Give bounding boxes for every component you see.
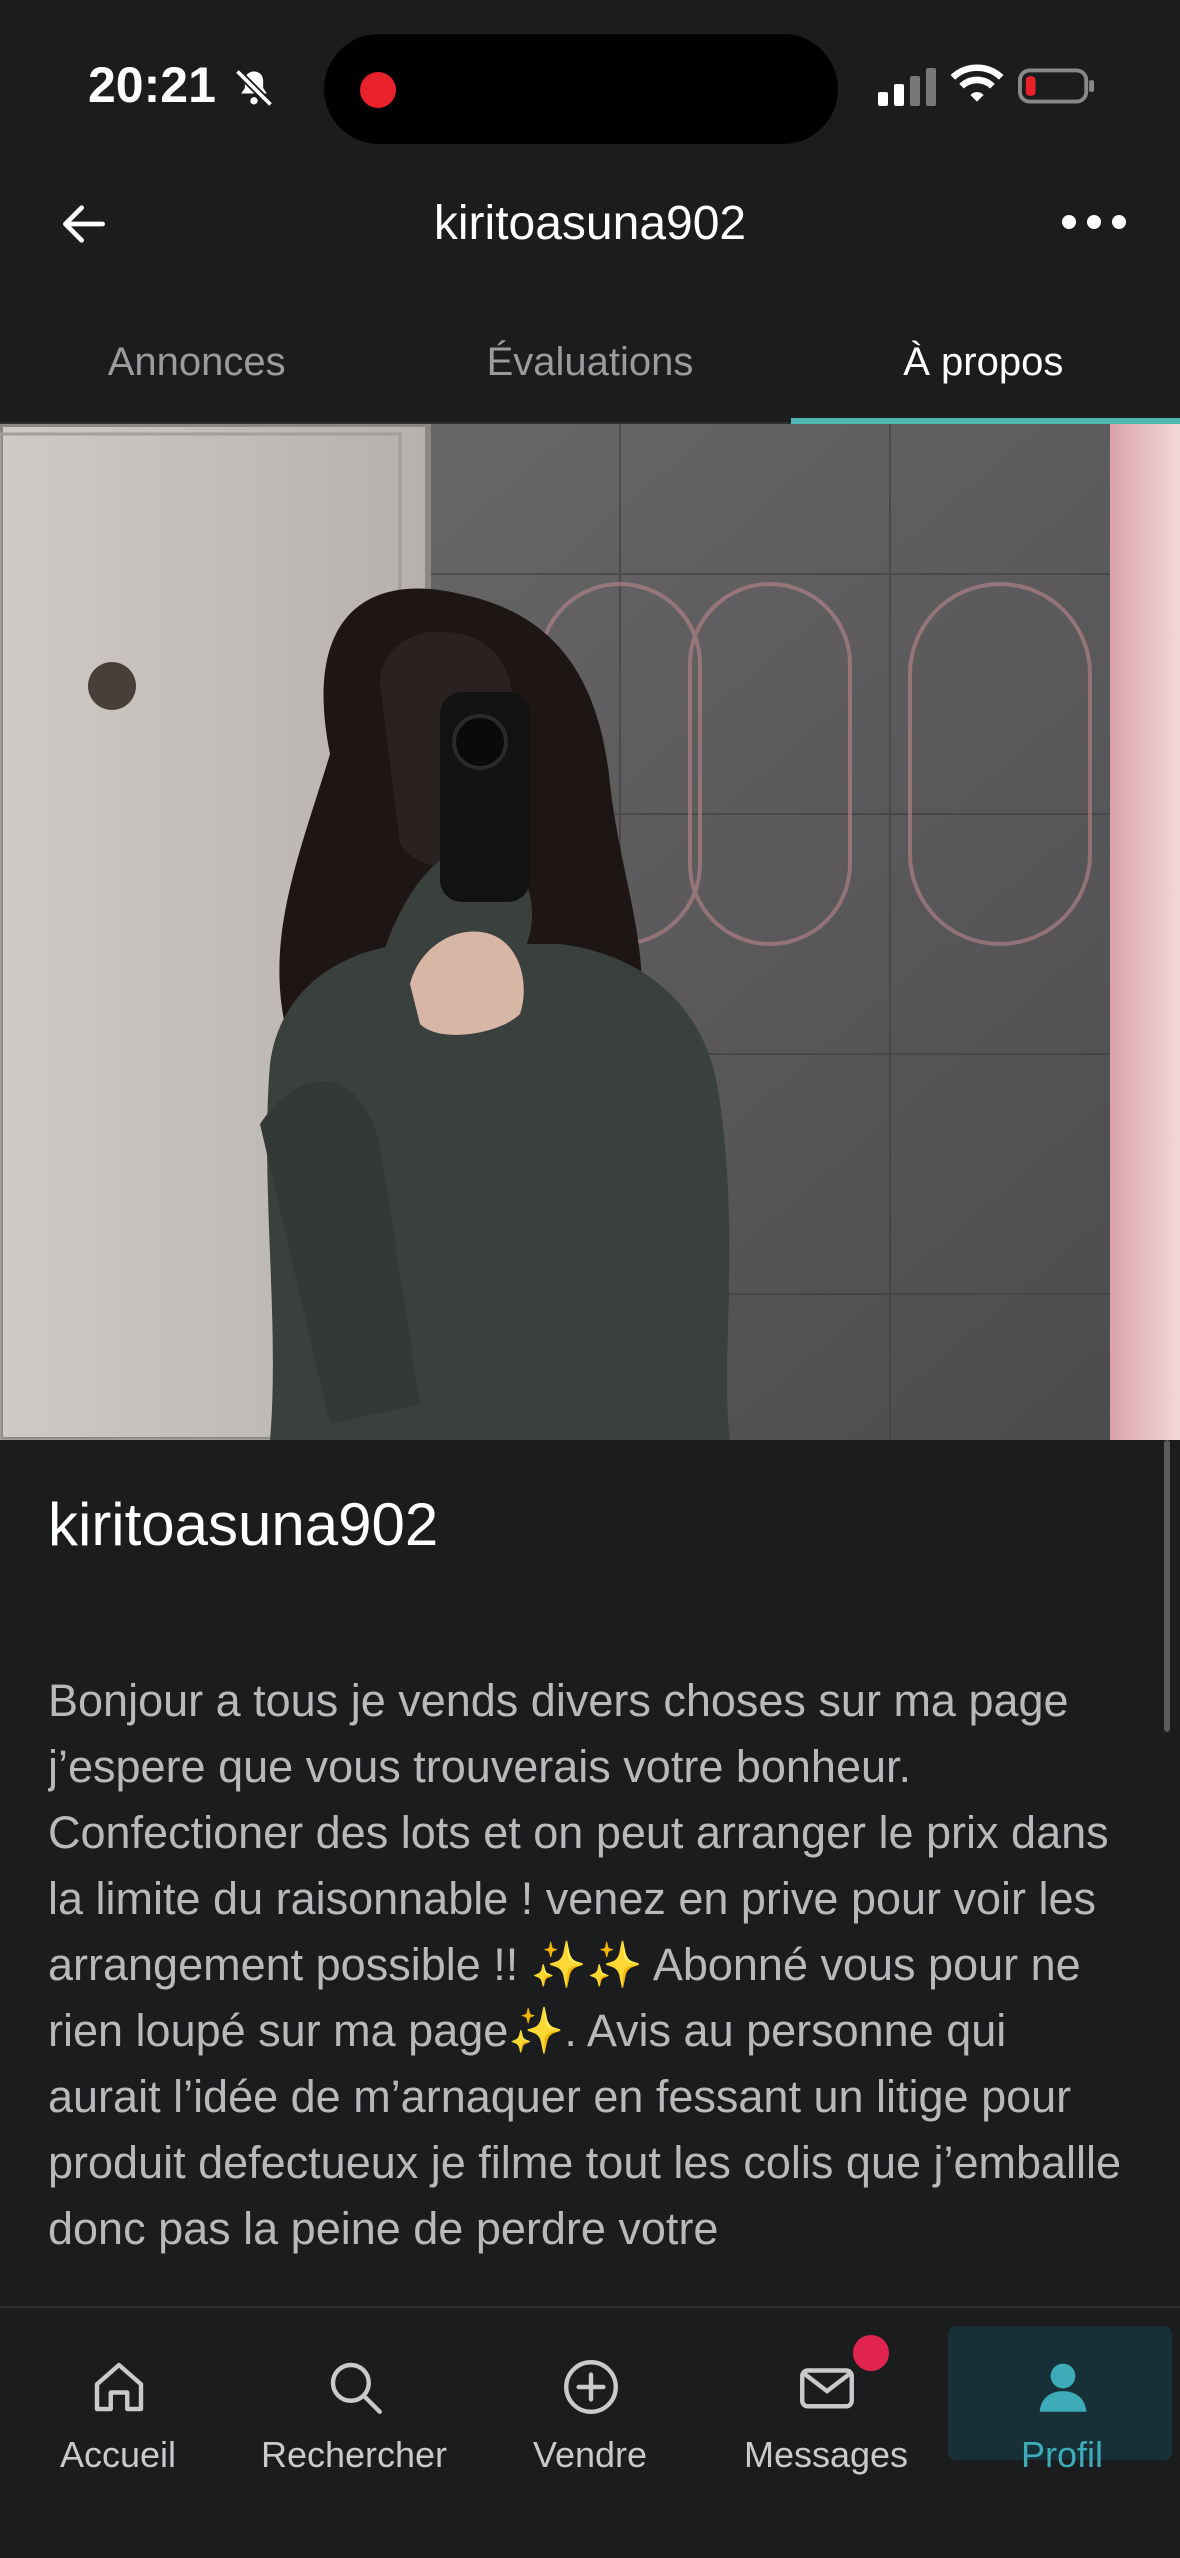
cellular-signal-icon bbox=[878, 68, 936, 106]
profile-bio: Bonjour a tous je vends divers choses su… bbox=[48, 1675, 1122, 2254]
plus-circle-icon bbox=[564, 2360, 618, 2414]
dynamic-island bbox=[324, 34, 838, 144]
profile-tabs: Annonces Évaluations À propos bbox=[0, 300, 1180, 424]
status-time: 20:21 bbox=[88, 57, 216, 113]
nav-rechercher[interactable]: Rechercher bbox=[236, 2316, 472, 2556]
nav-profil[interactable]: Profil bbox=[944, 2316, 1180, 2556]
top-bar: kiritoasuna902 bbox=[0, 170, 1180, 280]
profile-photo-image bbox=[0, 424, 1180, 1440]
wifi-icon bbox=[950, 64, 1004, 102]
nav-accueil[interactable]: Accueil bbox=[0, 2316, 236, 2556]
search-icon bbox=[330, 2362, 382, 2414]
nav-label-rechercher: Rechercher bbox=[260, 2434, 448, 2475]
bottom-navigation: Accueil Rechercher Vendre Messages Profi… bbox=[0, 2306, 1180, 2558]
nav-messages[interactable]: Messages bbox=[708, 2316, 944, 2556]
low-battery-icon bbox=[1018, 68, 1095, 104]
nav-label-messages: Messages bbox=[743, 2434, 909, 2475]
nav-label-accueil: Accueil bbox=[59, 2434, 177, 2475]
tab-evaluations[interactable]: Évaluations bbox=[393, 300, 786, 422]
user-icon bbox=[1039, 2363, 1087, 2412]
nav-label-vendre: Vendre bbox=[532, 2434, 648, 2475]
recording-dot-icon bbox=[360, 72, 396, 108]
tab-a-propos[interactable]: À propos bbox=[787, 300, 1180, 424]
nav-label-profil: Profil bbox=[1020, 2434, 1104, 2475]
profile-username: kiritoasuna902 bbox=[48, 1491, 439, 1558]
status-bar: 20:21 bbox=[0, 0, 1180, 170]
mail-icon bbox=[800, 2368, 854, 2409]
scrollbar[interactable] bbox=[1164, 1440, 1170, 1732]
profile-photo[interactable] bbox=[0, 424, 1180, 1440]
tab-annonces[interactable]: Annonces bbox=[0, 300, 393, 422]
nav-vendre[interactable]: Vendre bbox=[472, 2316, 708, 2556]
notification-badge bbox=[850, 2332, 892, 2374]
bell-slash-icon bbox=[234, 68, 274, 108]
more-horizontal-icon[interactable] bbox=[1062, 210, 1126, 234]
home-icon bbox=[94, 2362, 144, 2412]
page-title: kiritoasuna902 bbox=[433, 197, 747, 250]
